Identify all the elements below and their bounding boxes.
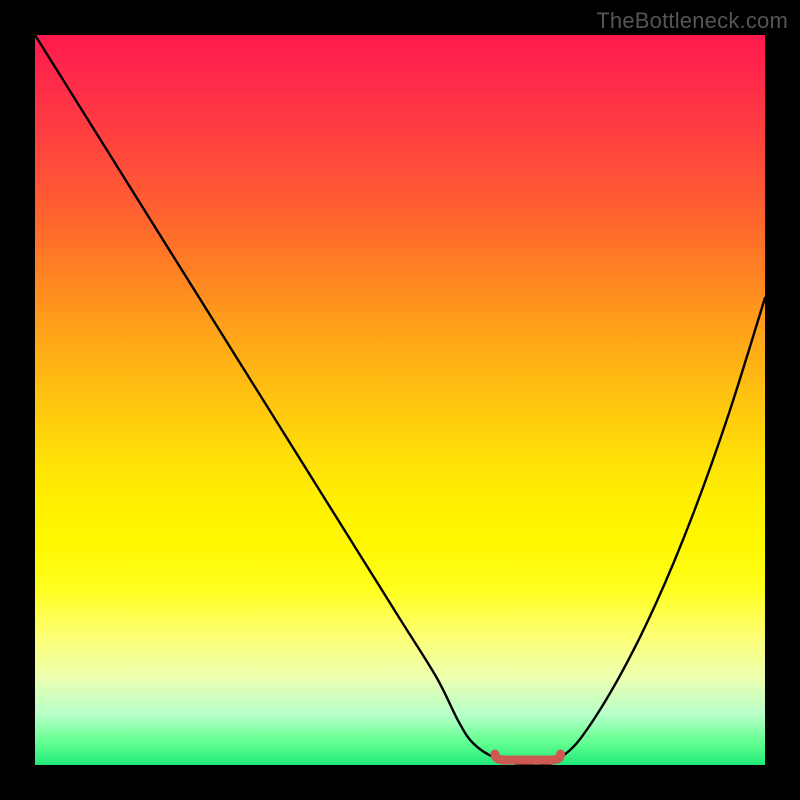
optimal-range-marker xyxy=(35,35,765,765)
watermark-text: TheBottleneck.com xyxy=(596,8,788,34)
plot-area xyxy=(35,35,765,765)
chart-frame: TheBottleneck.com xyxy=(0,0,800,800)
